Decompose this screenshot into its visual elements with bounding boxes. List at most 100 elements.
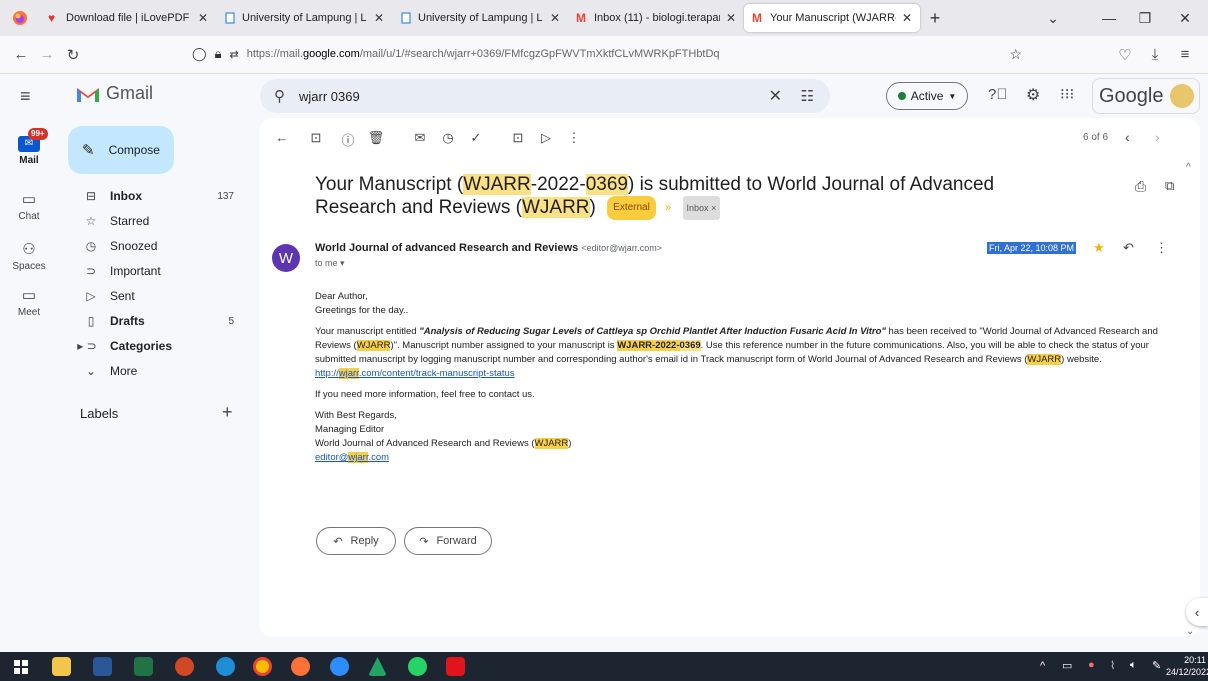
search-options-icon[interactable]: ☷ (801, 87, 814, 105)
newer-icon[interactable]: ‹ (1125, 129, 1130, 145)
settings-gear-icon[interactable]: ⚙ (1026, 85, 1040, 105)
track-manuscript-link[interactable]: http://wjarr.com/content/track-manuscrip… (315, 368, 515, 379)
avatar[interactable] (1169, 84, 1194, 108)
chrome-icon[interactable] (253, 657, 272, 676)
search-bar[interactable]: ⚲ wjarr 0369 ✕ ☷ (260, 79, 830, 113)
editor-email-link[interactable]: editor@wjarr.com (315, 451, 1185, 465)
whatsapp-icon[interactable] (408, 657, 427, 676)
close-window-icon[interactable]: ✕ (1162, 0, 1208, 36)
close-tab-icon[interactable]: ✕ (198, 11, 208, 25)
excel-icon[interactable] (134, 657, 153, 676)
tab-manuscript[interactable]: M Your Manuscript (WJARR-2022-0 ✕ (744, 4, 920, 32)
reload-icon[interactable]: ↻ (60, 42, 86, 68)
drive-icon[interactable] (368, 657, 387, 676)
recipients-dropdown[interactable]: to me ▾ (315, 258, 345, 269)
app-tray-icon[interactable]: ● (1088, 659, 1095, 671)
rail-meet[interactable]: ▭ Meet (0, 286, 58, 318)
edge-icon[interactable] (216, 657, 235, 676)
main-menu-icon[interactable]: ≡ (20, 86, 31, 107)
tab-inbox[interactable]: M Inbox (11) - biologi.terapan@fm ✕ (568, 4, 744, 32)
reply-button[interactable]: ↶ Reply (316, 527, 396, 555)
forward-icon[interactable]: → (34, 42, 60, 68)
back-icon[interactable]: ← (8, 42, 34, 68)
add-task-icon[interactable]: ✓ (467, 130, 485, 146)
shield-icon[interactable]: ◯ (192, 46, 207, 62)
google-account[interactable]: Google (1092, 78, 1200, 114)
close-tab-icon[interactable]: ✕ (374, 11, 384, 25)
sidebar-item-important[interactable]: ⊃ Important (58, 259, 248, 283)
compose-button[interactable]: ✎ Compose (68, 126, 174, 174)
gmail-logo[interactable]: Gmail (76, 83, 153, 104)
open-new-window-icon[interactable]: ⧉ (1165, 178, 1174, 194)
windows-start-icon[interactable] (14, 660, 28, 674)
pocket-icon[interactable]: ♡ (1112, 42, 1138, 68)
forward-button[interactable]: ↷ Forward (404, 527, 492, 555)
show-hidden-icons[interactable]: ^ (1040, 660, 1045, 672)
sidebar-item-snoozed[interactable]: ◷ Snoozed (58, 234, 248, 258)
apps-grid-icon[interactable]: ⁝⁝⁝ (1060, 85, 1074, 103)
close-tab-icon[interactable]: ✕ (550, 11, 560, 25)
sidebar-item-starred[interactable]: ☆ Starred (58, 209, 248, 233)
new-tab-icon[interactable]: + (920, 8, 950, 29)
list-tabs-icon[interactable]: ⌄ (1030, 0, 1076, 36)
file-explorer-icon[interactable] (52, 657, 71, 676)
pen-icon[interactable]: ✎ (1152, 659, 1161, 672)
scroll-up-icon[interactable]: ^ (1186, 162, 1191, 173)
acrobat-icon[interactable] (446, 657, 465, 676)
clock[interactable]: 20:11 24/12/2022 (1166, 654, 1208, 678)
search-icon[interactable]: ⚲ (274, 87, 285, 105)
rail-mail[interactable]: ✉ 99+ Mail (0, 128, 58, 166)
print-icon[interactable]: ⎙ (1135, 178, 1146, 195)
url-bar[interactable]: ◯ 🔒︎ ⇄ https://mail.google.com/mail/u/1/… (192, 40, 1030, 68)
move-to-icon[interactable]: ⊡ (509, 130, 527, 146)
report-spam-icon[interactable]: ⓘ (339, 130, 357, 149)
sidebar-item-categories[interactable]: ▸ ⊃ Categories (58, 334, 248, 358)
battery-icon[interactable]: ▭ (1062, 659, 1072, 672)
inbox-label[interactable]: Inbox × (682, 196, 721, 220)
menu-icon[interactable]: ≡ (1172, 42, 1198, 68)
url-text[interactable]: https://mail.google.com/mail/u/1/#search… (247, 48, 720, 60)
search-input[interactable]: wjarr 0369 (299, 89, 360, 104)
permissions-icon[interactable]: ⇄ (229, 48, 238, 61)
mark-unread-icon[interactable]: ✉ (411, 130, 429, 146)
more-options-icon[interactable]: ⋮ (565, 130, 583, 146)
archive-icon[interactable]: ⊡ (307, 130, 325, 146)
powerpoint-icon[interactable] (175, 657, 194, 676)
delete-icon[interactable]: 🗑︎ (367, 130, 385, 146)
add-label-icon[interactable]: + (222, 402, 233, 423)
label-icon[interactable]: ▷ (537, 130, 555, 146)
close-tab-icon[interactable]: ✕ (726, 11, 736, 25)
downloads-icon[interactable]: ⤓ (1142, 42, 1168, 68)
wifi-icon[interactable]: ⌇ (1110, 659, 1115, 672)
sender-avatar[interactable]: W (272, 244, 300, 272)
external-label[interactable]: External (607, 196, 656, 220)
reply-icon[interactable]: ↶ (1123, 240, 1134, 256)
tab-lppm-2[interactable]: University of Lampung | LPPM-U ✕ (392, 4, 568, 32)
sidebar-item-inbox[interactable]: ⊟ Inbox 137 (58, 184, 248, 208)
word-icon[interactable] (93, 657, 112, 676)
bookmark-star-icon[interactable]: ☆ (1009, 46, 1022, 63)
volume-icon[interactable]: 🔈︎ (1130, 659, 1137, 672)
sidebar-item-more[interactable]: ⌄ More (58, 359, 248, 383)
star-icon[interactable]: ★ (1093, 240, 1105, 256)
help-icon[interactable]: ?⃝ (988, 86, 1008, 103)
older-icon[interactable]: › (1155, 129, 1160, 145)
clear-search-icon[interactable]: ✕ (769, 86, 782, 106)
lock-icon[interactable]: 🔒︎ (215, 46, 222, 62)
status-dropdown[interactable]: Active ▼ (886, 82, 968, 110)
tab-lppm-1[interactable]: University of Lampung | LPPM-U ✕ (216, 4, 392, 32)
scroll-down-icon[interactable]: ⌄ (1186, 626, 1194, 637)
important-marker-icon[interactable]: » (665, 202, 671, 214)
sidebar-item-drafts[interactable]: ▯ Drafts 5 (58, 309, 248, 333)
firefox-icon[interactable] (0, 0, 40, 36)
rail-spaces[interactable]: ⚇ Spaces (0, 240, 58, 272)
tab-ilovepdf[interactable]: ♥ Download file | iLovePDF ✕ (40, 4, 216, 32)
more-vert-icon[interactable]: ⋮ (1155, 240, 1168, 256)
zoom-icon[interactable] (330, 657, 349, 676)
close-tab-icon[interactable]: ✕ (902, 11, 912, 25)
snooze-icon[interactable]: ◷ (439, 130, 457, 146)
rail-chat[interactable]: ▭ Chat (0, 190, 58, 222)
back-to-list-icon[interactable]: ← (273, 130, 291, 145)
sidebar-item-sent[interactable]: ▷ Sent (58, 284, 248, 308)
firefox-taskbar-icon[interactable] (291, 657, 310, 676)
